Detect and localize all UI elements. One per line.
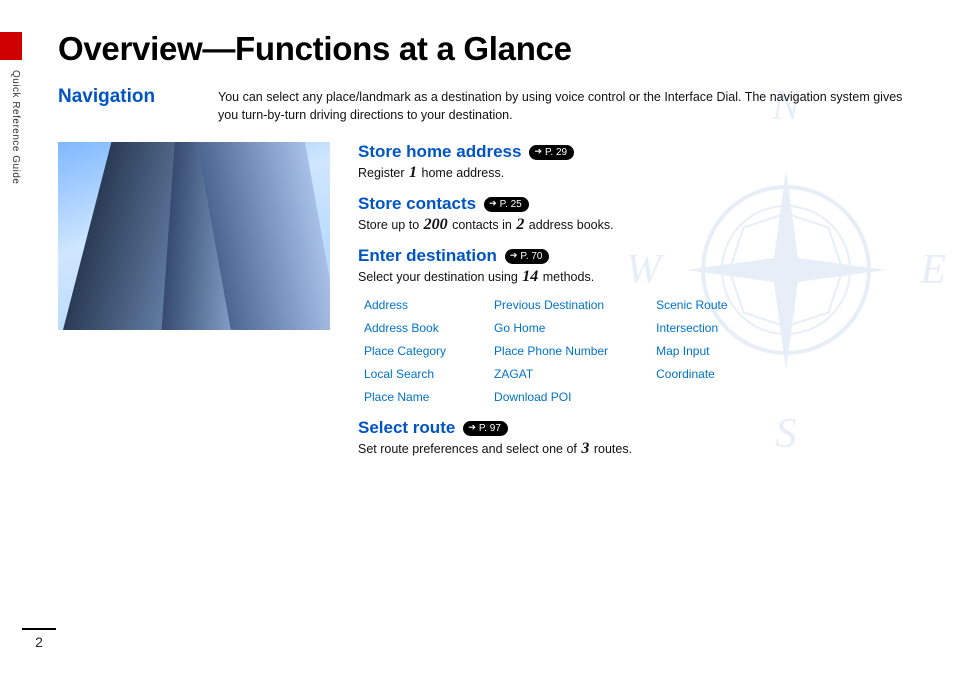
method-link[interactable]: Local Search (364, 367, 446, 381)
method-link[interactable]: Place Phone Number (494, 344, 608, 358)
feature-store-home: Store home address P. 29 Register 1 home… (358, 142, 914, 182)
feature-title: Store home address (358, 142, 521, 162)
section-heading: Navigation (58, 86, 218, 108)
page-title: Overview—Functions at a Glance (58, 30, 914, 68)
feature-body: Select your destination using 14 methods… (358, 268, 914, 286)
method-link[interactable]: Address Book (364, 321, 446, 335)
feature-body: Register 1 home address. (358, 164, 914, 182)
feature-body: Set route preferences and select one of … (358, 440, 914, 458)
method-link[interactable]: Map Input (656, 344, 727, 358)
page-ref-badge[interactable]: P. 70 (505, 249, 550, 264)
method-link[interactable]: Place Category (364, 344, 446, 358)
method-link[interactable]: Coordinate (656, 367, 727, 381)
feature-title: Store contacts (358, 194, 476, 214)
method-link[interactable]: Address (364, 298, 446, 312)
intro-text: You can select any place/landmark as a d… (218, 86, 914, 124)
method-link[interactable]: Intersection (656, 321, 727, 335)
feature-body: Store up to 200 contacts in 2 address bo… (358, 216, 914, 234)
color-tab (0, 32, 22, 60)
page-ref-badge[interactable]: P. 25 (484, 197, 529, 212)
page-number: 2 (22, 628, 56, 650)
page-ref-badge[interactable]: P. 29 (529, 145, 574, 160)
page-ref-badge[interactable]: P. 97 (463, 421, 508, 436)
method-link[interactable]: Download POI (494, 390, 608, 404)
method-link[interactable]: Scenic Route (656, 298, 727, 312)
feature-store-contacts: Store contacts P. 25 Store up to 200 con… (358, 194, 914, 234)
method-link[interactable]: Place Name (364, 390, 446, 404)
compass-e: E (920, 246, 946, 294)
feature-title: Enter destination (358, 246, 497, 266)
method-link[interactable]: Previous Destination (494, 298, 608, 312)
destination-methods-list: Address Address Book Place Category Loca… (364, 298, 914, 404)
method-link[interactable]: ZAGAT (494, 367, 608, 381)
feature-title: Select route (358, 418, 455, 438)
feature-enter-destination: Enter destination P. 70 Select your dest… (358, 246, 914, 286)
side-label: Quick Reference Guide (10, 70, 21, 184)
feature-select-route: Select route P. 97 Set route preferences… (358, 418, 914, 458)
method-link[interactable]: Go Home (494, 321, 608, 335)
skyscraper-image (58, 142, 330, 330)
